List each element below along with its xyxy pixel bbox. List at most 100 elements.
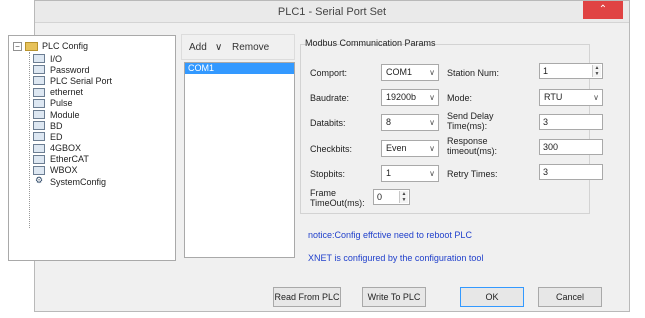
tree-connector-line [29,52,30,228]
send-delay-label-line1: Send Delay [447,111,494,121]
tree-item[interactable]: Password [33,64,112,75]
pulse-icon [33,98,45,108]
spin-down-icon[interactable]: ▼ [400,197,408,203]
close-button[interactable]: ⌃ [583,1,623,19]
cancel-button[interactable]: Cancel [538,287,602,307]
gear-icon: ⚙ [34,175,44,186]
serial-port-icon [33,76,45,86]
spinner-icon[interactable]: ▲ ▼ [592,65,601,77]
tree-item-label: ethernet [50,87,84,98]
tree-root[interactable]: − PLC Config [13,40,88,52]
mode-select[interactable]: RTU ∨ [539,89,603,106]
bd-icon [33,121,45,131]
stopbits-select[interactable]: 1 ∨ [381,165,439,182]
collapse-icon[interactable]: − [13,41,22,51]
tree-item-label: I/O [50,53,63,64]
group-title: Modbus Communication Params [305,38,436,48]
password-icon [33,65,45,75]
tree-item[interactable]: ED [33,131,112,142]
mode-label: Mode: [447,93,473,103]
tree-item[interactable]: Module [33,109,112,120]
chevron-down-icon: ∨ [429,169,435,178]
baudrate-label: Baudrate: [310,93,350,103]
chevron-down-icon: ∨ [429,68,435,77]
databits-select[interactable]: 8 ∨ [381,114,439,131]
write-to-plc-button[interactable]: Write To PLC [362,287,426,307]
4gbox-icon [33,143,45,153]
stopbits-value: 1 [386,168,392,178]
tree-item[interactable]: Pulse [33,98,112,109]
retry-times-input[interactable]: 3 [539,164,603,180]
station-num-value: 1 [543,66,549,76]
stopbits-label: Stopbits: [310,169,346,179]
comport-value: COM1 [386,67,413,77]
comport-select[interactable]: COM1 ∨ [381,64,439,81]
tree-item-label: ED [50,131,63,142]
tree-item[interactable]: ethernet [33,87,112,98]
spin-down-icon[interactable]: ▼ [593,71,601,77]
tree-item-label: EtherCAT [50,154,89,165]
tree-item-label: Password [50,64,90,75]
station-num-label: Station Num: [447,68,500,78]
checkbits-label: Checkbits: [310,144,353,154]
tree-item-label: Module [50,109,80,120]
chevron-down-icon: ∨ [429,144,435,153]
port-list: COM1 [184,62,295,258]
tree-item-label: BD [50,120,63,131]
port-toolbar: Add ∨ Remove [181,34,295,60]
chevron-down-icon: ∨ [593,93,599,102]
ethercat-icon [33,154,45,164]
response-timeout-label-line1: Response [447,136,488,146]
baudrate-value: 19200b [386,92,417,102]
remove-button[interactable]: Remove [232,42,269,53]
send-delay-input[interactable]: 3 [539,114,603,130]
comport-label: Comport: [310,68,348,78]
tree-item-label: 4GBOX [50,143,82,154]
read-from-plc-button[interactable]: Read From PLC [273,287,341,307]
chevron-down-icon: ∨ [429,118,435,127]
tree-items: I/O Password PLC Serial Port ethernet Pulse M… [33,53,112,187]
port-list-item[interactable]: COM1 [185,63,294,74]
tree-item[interactable]: EtherCAT [33,154,112,165]
title-bar: PLC1 - Serial Port Set ⌃ [35,1,629,23]
add-button[interactable]: Add [189,42,207,53]
tree-item[interactable]: BD [33,120,112,131]
frame-timeout-label-line1: Frame [310,188,337,198]
module-icon [33,110,45,120]
retry-times-label: Retry Times: [447,169,498,179]
frame-timeout-input[interactable]: 0 ▲ ▼ [373,189,410,205]
folder-icon [25,41,38,51]
baudrate-select[interactable]: 19200b ∨ [381,89,439,106]
frame-timeout-value: 0 [377,192,383,202]
checkbits-value: Even [386,143,407,153]
spinner-icon[interactable]: ▲ ▼ [399,191,408,203]
databits-label: Databits: [310,118,346,128]
ok-button[interactable]: OK [460,287,524,307]
tree-item-label: PLC Serial Port [50,75,113,86]
reboot-notice: notice:Config effctive need to reboot PL… [308,230,472,240]
tree-item-label: WBOX [50,165,78,176]
ed-icon [33,132,45,142]
chevron-down-icon: ∨ [429,93,435,102]
tree-root-label: PLC Config [42,41,89,51]
tree-item[interactable]: WBOX [33,165,112,176]
io-icon [33,54,45,64]
tree-item[interactable]: ⚙ SystemConfig [33,176,112,187]
wbox-icon [33,165,45,175]
config-tree: − PLC Config I/O Password PLC Serial Port e… [8,35,176,261]
tree-item-label: Pulse [50,98,73,109]
databits-value: 8 [386,117,392,127]
tree-item-label: SystemConfig [50,176,107,187]
ethernet-icon [33,87,45,97]
tree-item[interactable]: PLC Serial Port [33,75,112,86]
mode-value: RTU [544,92,563,102]
response-timeout-input[interactable]: 300 [539,139,603,155]
dropdown-arrow-icon[interactable]: ∨ [215,42,222,53]
tree-item[interactable]: I/O [33,53,112,64]
send-delay-label-line2: Time(ms): [447,121,488,131]
response-timeout-label-line2: timeout(ms): [447,146,498,156]
tree-item[interactable]: 4GBOX [33,143,112,154]
station-num-input[interactable]: 1 ▲ ▼ [539,63,603,79]
window-title: PLC1 - Serial Port Set [277,6,387,18]
checkbits-select[interactable]: Even ∨ [381,140,439,157]
